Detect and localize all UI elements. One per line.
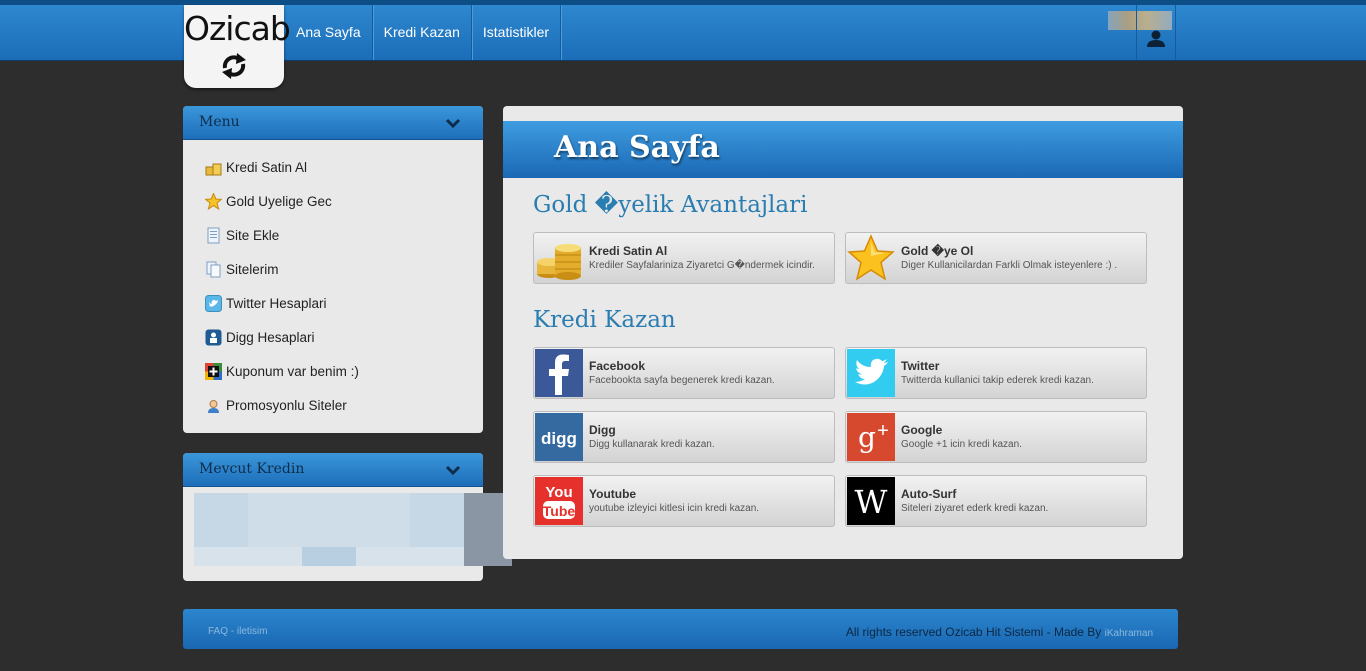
gold-section-title: Gold �yelik Avantajlari <box>533 192 808 218</box>
google-plus-icon: g + <box>847 413 895 461</box>
card-title: Kredi Satin Al <box>589 244 668 258</box>
footer-rights-text: All rights reserved Ozicab Hit Sistemi -… <box>845 625 1105 639</box>
card-twitter[interactable]: Twitter Twitterda kullanici takip ederek… <box>845 347 1147 399</box>
card-desc: Siteleri ziyaret ederk kredi kazan. <box>901 503 1049 514</box>
card-title: Google <box>901 423 943 437</box>
main-header: Ana Sayfa <box>503 121 1183 178</box>
coins-icon <box>537 244 581 280</box>
wikipedia-icon: W <box>847 477 895 525</box>
twitter-icon <box>205 294 222 312</box>
refresh-arrows-icon <box>222 53 246 79</box>
menu-item-site-ekle[interactable]: Site Ekle <box>183 218 483 252</box>
menu-item-label: Site Ekle <box>226 227 280 243</box>
digg-icon <box>205 329 222 345</box>
footer: FAQ - iletisim All rights reserved Ozica… <box>183 609 1178 649</box>
footer-author-link[interactable]: iKahraman <box>1105 628 1153 639</box>
menu-item-twitter-hesaplari[interactable]: Twitter Hesaplari <box>183 286 483 320</box>
nav-istatistikler[interactable]: Istatistikler <box>472 5 562 60</box>
person-icon <box>208 399 219 413</box>
card-kredi-satin-al[interactable]: Kredi Satin Al Krediler Sayfalariniza Zi… <box>533 232 835 284</box>
card-title: Twitter <box>901 359 940 373</box>
card-desc: Krediler Sayfalariniza Ziyaretci G�nderm… <box>589 260 815 271</box>
coins-icon <box>205 163 222 175</box>
menu-list: Kredi Satin Al Gold Uyelige Gec Site Ekl… <box>183 140 483 422</box>
footer-contact-link[interactable]: iletisim <box>237 626 268 637</box>
card-desc: Google +1 icin kredi kazan. <box>901 439 1022 450</box>
menu-item-label: Kredi Satin Al <box>226 159 308 175</box>
footer-faq-link[interactable]: FAQ <box>208 626 228 637</box>
card-desc: youtube izleyici kitlesi icin kredi kaza… <box>589 503 760 514</box>
card-gold-uye-ol[interactable]: Gold �ye Ol Diger Kullanicilardan Farkli… <box>845 232 1147 284</box>
credit-panel-header[interactable]: Mevcut Kredin <box>183 453 483 487</box>
menu-item-label: Digg Hesaplari <box>226 329 315 345</box>
credit-value-blurred <box>194 493 512 566</box>
footer-links: FAQ - iletisim <box>208 626 267 637</box>
user-icon[interactable] <box>1147 30 1165 47</box>
card-digg[interactable]: digg Digg Digg kullanarak kredi kazan. <box>533 411 835 463</box>
documents-icon <box>206 261 221 277</box>
menu-item-kredi-satin-al[interactable]: Kredi Satin Al <box>183 150 483 184</box>
card-youtube[interactable]: You Tube Youtube youtube izleyici kitles… <box>533 475 835 527</box>
svg-text:digg: digg <box>541 429 577 448</box>
svg-text:You: You <box>545 484 572 501</box>
card-title: Youtube <box>589 487 637 501</box>
nav-kredi-kazan[interactable]: Kredi Kazan <box>373 5 472 60</box>
chevron-down-icon[interactable] <box>445 464 461 476</box>
menu-item-sitelerim[interactable]: Sitelerim <box>183 252 483 286</box>
svg-text:W: W <box>855 483 888 521</box>
logo-text: Ozicab <box>184 9 291 48</box>
menu-item-gold-uyelige-gec[interactable]: Gold Uyelige Gec <box>183 184 483 218</box>
star-icon <box>205 192 222 210</box>
card-auto-surf[interactable]: W Auto-Surf Siteleri ziyaret ederk kredi… <box>845 475 1147 527</box>
main-content: Ana Sayfa Gold �yelik Avantajlari Kredi … <box>503 106 1183 559</box>
card-desc: Digg kullanarak kredi kazan. <box>589 439 715 450</box>
youtube-icon: You Tube <box>535 477 583 525</box>
footer-copyright: All rights reserved Ozicab Hit Sistemi -… <box>846 625 1153 639</box>
menu-item-label: Twitter Hesaplari <box>226 295 327 311</box>
nav-ana-sayfa[interactable]: Ana Sayfa <box>284 5 373 60</box>
menu-item-label: Sitelerim <box>226 261 279 277</box>
document-icon <box>207 227 220 243</box>
card-desc: Facebookta sayfa begenerek kredi kazan. <box>589 375 775 386</box>
menu-panel: Menu Kredi Satin Al Gold Uyelige Gec Sit… <box>183 106 483 433</box>
card-title: Digg <box>589 423 616 437</box>
card-title: Gold �ye Ol <box>901 244 974 258</box>
main-nav: Ana Sayfa Kredi Kazan Istatistikler <box>284 5 562 60</box>
page-title: Ana Sayfa <box>554 130 720 165</box>
card-facebook[interactable]: Facebook Facebookta sayfa begenerek kred… <box>533 347 835 399</box>
menu-item-label: Kuponum var benim :) <box>226 363 359 379</box>
menu-panel-header[interactable]: Menu <box>183 106 483 140</box>
menu-panel-title: Menu <box>199 114 240 130</box>
credit-panel-title: Mevcut Kredin <box>199 461 305 477</box>
menu-item-kuponum[interactable]: Kuponum var benim :) <box>183 354 483 388</box>
card-title: Facebook <box>589 359 646 373</box>
footer-separator: - <box>228 626 237 637</box>
digg-icon: digg <box>535 413 583 461</box>
menu-item-digg-hesaplari[interactable]: Digg Hesaplari <box>183 320 483 354</box>
earn-section-title: Kredi Kazan <box>533 307 676 333</box>
chevron-down-icon[interactable] <box>445 117 461 129</box>
card-google[interactable]: g + Google Google +1 icin kredi kazan. <box>845 411 1147 463</box>
site-logo[interactable]: Ozicab <box>184 5 291 88</box>
card-desc: Twitterda kullanici takip ederek kredi k… <box>901 375 1094 386</box>
plus-icon <box>205 362 222 380</box>
svg-text:Tube: Tube <box>543 503 576 519</box>
menu-item-promosyonlu-siteler[interactable]: Promosyonlu Siteler <box>183 388 483 422</box>
svg-text:g: g <box>858 421 876 454</box>
menu-item-label: Promosyonlu Siteler <box>226 397 347 413</box>
star-icon <box>847 234 895 281</box>
twitter-icon <box>847 349 895 397</box>
card-desc: Diger Kullanicilardan Farkli Olmak istey… <box>901 260 1118 271</box>
facebook-icon <box>535 349 583 397</box>
menu-item-label: Gold Uyelige Gec <box>226 193 332 209</box>
card-title: Auto-Surf <box>901 487 957 501</box>
svg-text:+: + <box>877 420 889 442</box>
